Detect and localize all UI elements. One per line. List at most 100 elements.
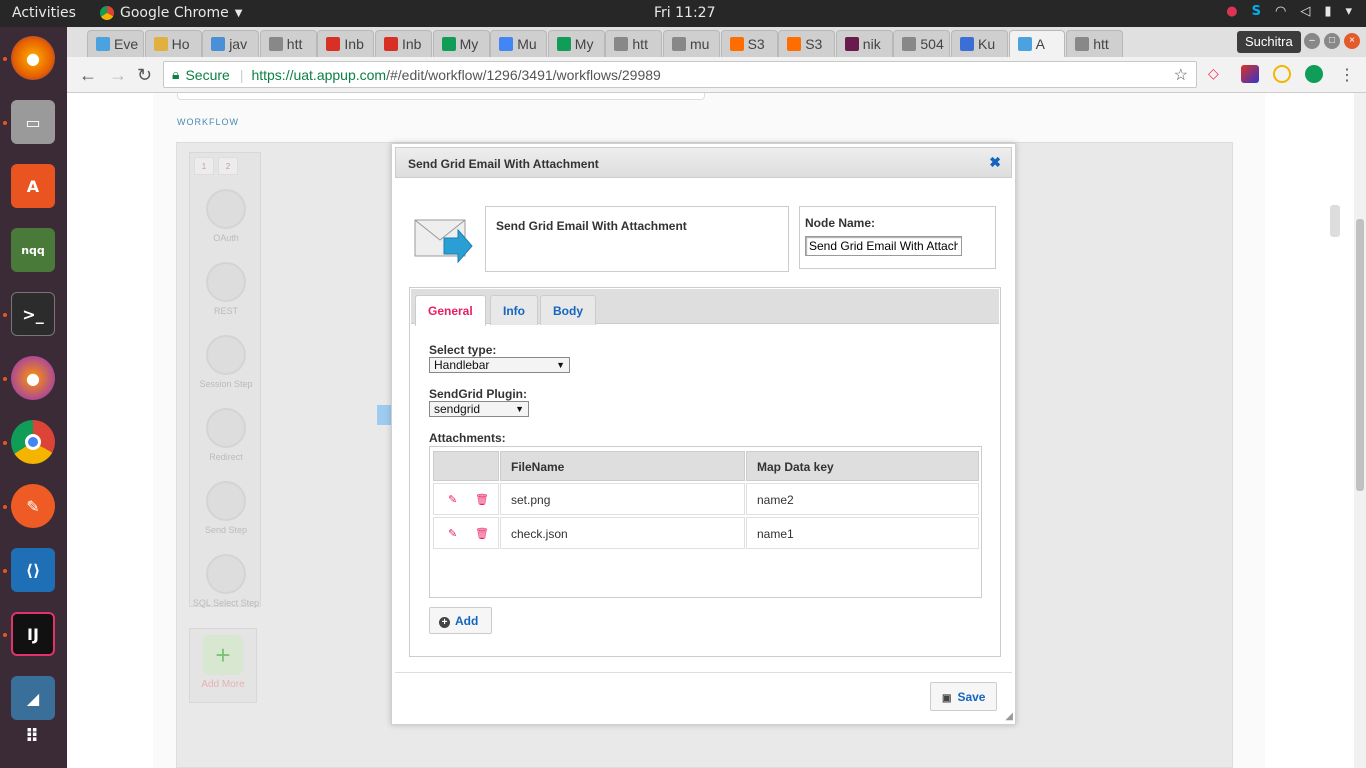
minimize-icon[interactable]: –: [1304, 33, 1320, 49]
browser-tab[interactable]: jav: [202, 30, 260, 57]
firefox-tray-icon[interactable]: ●: [1226, 4, 1237, 19]
postman-icon[interactable]: ✎: [11, 484, 55, 528]
browser-tab[interactable]: S3: [720, 30, 778, 57]
select-type-dropdown[interactable]: Handlebar ▼: [429, 357, 570, 373]
reload-icon[interactable]: ↻: [137, 65, 152, 86]
map-data-key-header: Map Data key: [746, 451, 979, 481]
lock-icon: 🔒︎: [172, 66, 180, 82]
browser-tab-label: Mu: [517, 36, 537, 52]
browser-tab[interactable]: S3: [778, 30, 836, 57]
palette-tabs: 1 2: [190, 153, 260, 179]
extension-icon-2[interactable]: [1241, 65, 1259, 83]
running-indicator: [3, 377, 7, 381]
save-button[interactable]: ▣ Save: [930, 682, 997, 711]
activities-button[interactable]: Activities: [12, 5, 76, 21]
battery-icon[interactable]: ▮: [1324, 4, 1331, 19]
firefox-dev-icon[interactable]: ●: [11, 356, 55, 400]
palette-item-label: Send Step: [204, 525, 248, 535]
node-name-input[interactable]: [805, 236, 962, 256]
browser-tab[interactable]: Inb: [317, 30, 375, 57]
address-bar[interactable]: 🔒︎ Secure | https://uat.appup.com /#/edi…: [163, 61, 1197, 88]
add-attachment-button[interactable]: + Add: [429, 607, 492, 634]
oauth-icon: [206, 189, 246, 229]
browser-tab[interactable]: Inb: [375, 30, 432, 57]
browser-tab[interactable]: My: [432, 30, 490, 57]
files-icon[interactable]: ▭: [11, 100, 55, 144]
terminal-icon[interactable]: >_: [11, 292, 55, 336]
volume-icon[interactable]: ◁: [1300, 4, 1310, 19]
browser-tab-label: htt: [286, 36, 303, 52]
maximize-icon[interactable]: □: [1324, 33, 1340, 49]
browser-tab[interactable]: htt: [1066, 30, 1124, 57]
nqq-icon[interactable]: nqq: [11, 228, 55, 272]
plugin-dropdown[interactable]: sendgrid ▼: [429, 401, 529, 417]
plugin-label: SendGrid Plugin:: [429, 387, 527, 401]
clock[interactable]: Fri 11:27: [654, 5, 715, 21]
palette-oauth[interactable]: OAuth: [190, 189, 262, 243]
edit-pencil-icon[interactable]: ✎: [448, 527, 457, 540]
resize-handle-icon[interactable]: ◢: [1005, 711, 1013, 722]
canvas-scrollbar-thumb[interactable]: [1330, 205, 1340, 237]
browser-tab[interactable]: Ho: [144, 30, 202, 57]
browser-tab[interactable]: Mu: [490, 30, 548, 57]
browser-tab[interactable]: nik: [835, 30, 893, 57]
palette-rest[interactable]: REST: [190, 262, 262, 316]
extension-icon-3[interactable]: [1273, 65, 1291, 83]
page-scrollbar[interactable]: [1354, 93, 1366, 768]
software-center-icon[interactable]: A: [11, 164, 55, 208]
skype-icon[interactable]: S: [1252, 4, 1261, 19]
palette-item-label: SQL Select Step: [192, 598, 260, 608]
intellij-icon[interactable]: IJ: [11, 612, 55, 656]
close-icon[interactable]: ✖: [989, 154, 1001, 171]
bookmark-star-icon[interactable]: ☆: [1174, 65, 1188, 85]
firefox-icon[interactable]: ●: [11, 36, 55, 80]
show-apps-icon[interactable]: ⠿: [11, 714, 55, 758]
browser-tab[interactable]: htt: [605, 30, 663, 57]
browser-tab[interactable]: Ku: [951, 30, 1008, 57]
palette-redirect[interactable]: Redirect: [190, 408, 262, 462]
delete-trash-icon[interactable]: 🗑︎: [475, 493, 489, 506]
browser-tab[interactable]: My: [547, 30, 605, 57]
menu-icon[interactable]: ⋮: [1339, 65, 1355, 85]
tab-body[interactable]: Body: [540, 295, 596, 325]
canvas-node-edge[interactable]: [377, 405, 391, 425]
app-menu[interactable]: Google Chrome ▼: [100, 5, 242, 21]
power-icon[interactable]: ▾: [1345, 4, 1352, 19]
edit-pencil-icon[interactable]: ✎: [448, 493, 457, 506]
browser-tab[interactable]: mu: [663, 30, 720, 57]
vscode-icon[interactable]: ⟨⟩: [11, 548, 55, 592]
table-cell-filename: set.png: [500, 483, 745, 515]
back-icon[interactable]: ←: [79, 65, 97, 86]
browser-tab[interactable]: 504: [893, 30, 951, 57]
delete-trash-icon[interactable]: 🗑︎: [475, 527, 489, 540]
browser-tab[interactable]: Eve: [87, 30, 144, 57]
footer-divider: [395, 672, 1012, 673]
wifi-icon[interactable]: ◠: [1275, 4, 1286, 19]
palette-sql-select-step[interactable]: SQL Select Step: [190, 554, 262, 608]
scrollbar-thumb[interactable]: [1356, 219, 1364, 491]
palette-tab-1[interactable]: 1: [194, 157, 214, 175]
step-palette: 1 2 OAuth REST Session Step Redirect Sen…: [189, 152, 262, 608]
tab-favicon-icon: [326, 37, 341, 51]
extension-icon-1[interactable]: ◇: [1208, 65, 1226, 83]
close-icon[interactable]: ×: [1344, 33, 1360, 49]
profile-button[interactable]: Suchitra: [1237, 31, 1301, 53]
tab-favicon-icon: [211, 37, 226, 51]
tab-info[interactable]: Info: [490, 295, 538, 325]
browser-tab[interactable]: A: [1008, 30, 1065, 57]
add-more-button[interactable]: + Add More: [189, 628, 257, 703]
palette-send-step[interactable]: Send Step: [190, 481, 262, 535]
browser-frame: Eve Ho jav htt Inb Inb My Mu My htt mu S3 S3 nik 504 Ku…: [67, 27, 1366, 93]
extension-icon-4[interactable]: [1305, 65, 1323, 83]
browser-tab-label: Inb: [402, 36, 422, 52]
forward-icon[interactable]: →: [109, 65, 127, 86]
tab-general[interactable]: General: [415, 295, 486, 326]
palette-tab-2[interactable]: 2: [218, 157, 238, 175]
palette-session-step[interactable]: Session Step: [190, 335, 262, 389]
tab-favicon-icon: [614, 37, 629, 51]
node-name-label: Node Name:: [805, 216, 876, 230]
config-tabs-panel: General Info Body Select type: Handlebar…: [409, 287, 1001, 657]
chrome-dock-icon[interactable]: [11, 420, 55, 464]
select-type-value: Handlebar: [434, 358, 490, 372]
browser-tab[interactable]: htt: [259, 30, 317, 57]
